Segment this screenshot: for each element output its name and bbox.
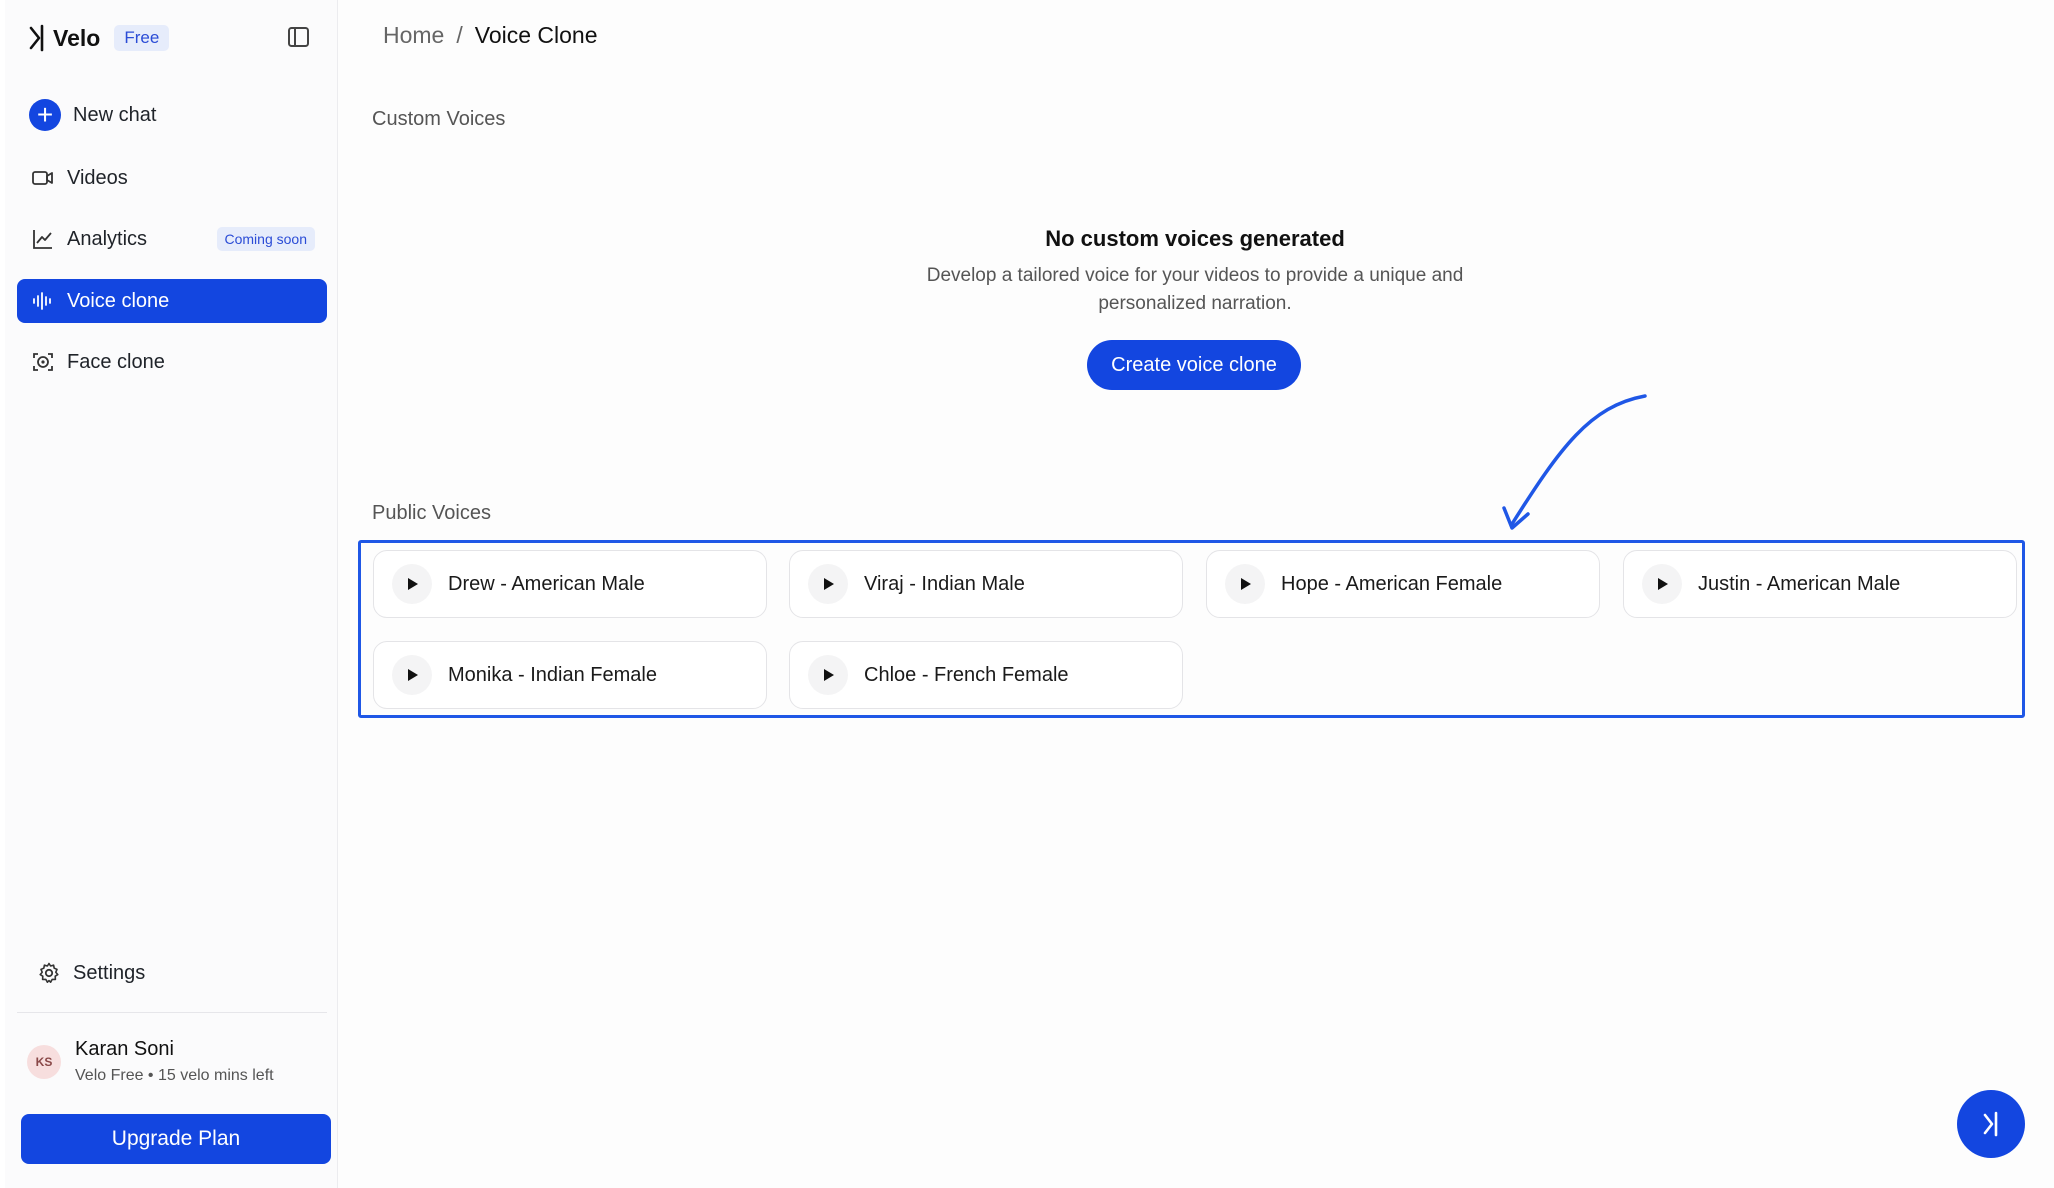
voice-card[interactable]: Monika - Indian Female: [373, 641, 767, 709]
assistant-fab-button[interactable]: [1957, 1090, 2025, 1158]
voice-name: Justin - American Male: [1698, 572, 1901, 595]
plan-badge: Free: [114, 25, 170, 51]
voice-name: Viraj - Indian Male: [864, 572, 1025, 595]
play-icon[interactable]: [392, 655, 432, 695]
empty-state-description-line: Develop a tailored voice for your videos…: [926, 265, 1464, 286]
sidebar-item-new-chat[interactable]: + New chat: [17, 93, 327, 137]
empty-state: No custom voices generated Develop a tai…: [880, 226, 1510, 318]
public-voices-heading: Public Voices: [372, 502, 491, 524]
sidebar-item-videos[interactable]: Videos: [17, 156, 327, 200]
upgrade-plan-button[interactable]: Upgrade Plan: [21, 1114, 331, 1164]
play-icon[interactable]: [808, 655, 848, 695]
coming-soon-badge: Coming soon: [216, 227, 315, 251]
voice-card[interactable]: Drew - American Male: [373, 550, 767, 618]
voice-name: Chloe - French Female: [864, 663, 1069, 686]
sidebar-item-label: Analytics: [67, 227, 148, 250]
waveform-icon: [33, 292, 51, 310]
empty-state-title: No custom voices generated: [1045, 226, 1345, 251]
voice-name: Drew - American Male: [448, 572, 645, 595]
breadcrumb-home-link[interactable]: Home: [383, 22, 444, 49]
sidebar-item-label: Face clone: [67, 350, 165, 373]
voice-name: Hope - American Female: [1281, 572, 1503, 595]
sidebar-item-voice-clone[interactable]: Voice clone: [17, 279, 327, 323]
velo-logo-icon: [29, 24, 44, 52]
sidebar-item-face-clone[interactable]: Face clone: [17, 340, 327, 384]
avatar: KS: [27, 1044, 61, 1079]
empty-state-description-line: personalized narration.: [1098, 293, 1292, 314]
settings-label: Settings: [73, 961, 146, 984]
user-name: Karan Soni: [75, 1038, 174, 1060]
video-icon: [32, 171, 53, 185]
create-voice-clone-button[interactable]: Create voice clone: [1087, 340, 1301, 390]
play-icon[interactable]: [1642, 564, 1682, 604]
plan-info: Velo Free • 15 velo mins left: [75, 1067, 274, 1084]
voice-card[interactable]: Hope - American Female: [1206, 550, 1600, 618]
play-icon[interactable]: [1225, 564, 1265, 604]
sidebar-item-label: New chat: [73, 103, 157, 126]
empty-state-description: Develop a tailored voice for your videos…: [880, 262, 1510, 318]
annotation-arrow-icon: [1502, 394, 1647, 530]
velo-logo-icon: [1983, 1111, 1998, 1137]
plus-circle-icon: +: [29, 99, 61, 131]
breadcrumb-separator: /: [456, 22, 463, 48]
settings-button[interactable]: Settings: [23, 951, 333, 995]
sidebar-item-analytics[interactable]: Analytics Coming soon: [17, 217, 327, 261]
play-icon[interactable]: [808, 564, 848, 604]
voice-card[interactable]: Justin - American Male: [1623, 550, 2017, 618]
sidebar-item-label: Voice clone: [67, 289, 170, 312]
breadcrumb-current: Voice Clone: [474, 22, 598, 48]
sidebar-item-label: Videos: [67, 166, 128, 189]
chart-line-icon: [33, 230, 52, 249]
brand-name: Velo: [53, 24, 101, 51]
voice-card[interactable]: Chloe - French Female: [789, 641, 1183, 709]
voice-card[interactable]: Viraj - Indian Male: [789, 550, 1183, 618]
gear-icon: [39, 962, 59, 983]
custom-voices-heading: Custom Voices: [372, 108, 506, 130]
sidebar-toggle-icon[interactable]: [285, 25, 313, 49]
sidebar: Velo Free + New chat Videos Analytics Co…: [5, 0, 338, 1188]
voice-name: Monika - Indian Female: [448, 663, 657, 686]
breadcrumb: Home / Voice Clone: [383, 22, 598, 49]
user-profile[interactable]: KS Karan Soni Velo Free • 15 velo mins l…: [27, 1038, 274, 1085]
brand[interactable]: Velo Free: [27, 22, 170, 54]
play-icon[interactable]: [392, 564, 432, 604]
face-scan-icon: [33, 353, 53, 371]
sidebar-divider: [17, 1012, 327, 1013]
